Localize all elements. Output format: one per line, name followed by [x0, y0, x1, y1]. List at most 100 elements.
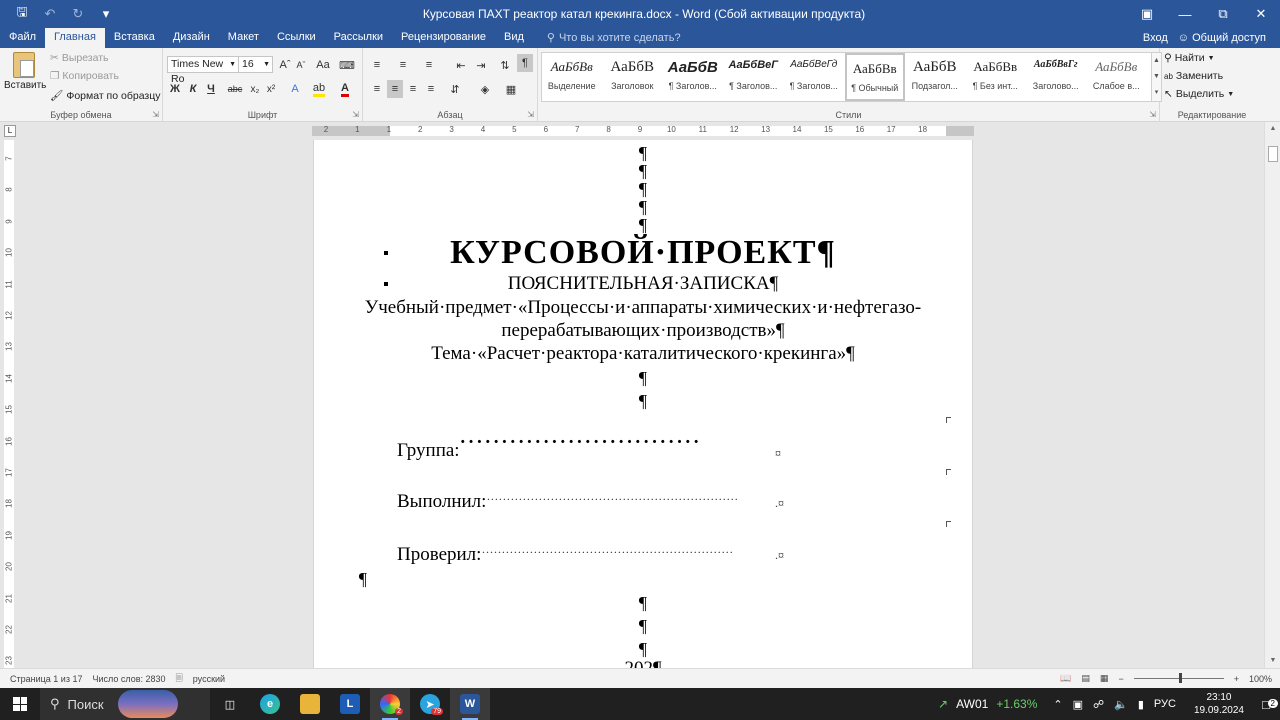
tab-references[interactable]: Ссылки [268, 28, 325, 48]
edge-app[interactable]: e [250, 688, 290, 720]
yandex-app[interactable]: 2 [370, 688, 410, 720]
web-layout-icon[interactable]: ▦ [1100, 673, 1109, 684]
copy-button[interactable]: ❐ Копировать [50, 70, 119, 82]
scroll-down-icon[interactable]: ▼ [1265, 654, 1280, 668]
scroll-up-icon[interactable]: ▲ [1265, 122, 1280, 136]
align-center-icon[interactable]: ≡ [387, 80, 403, 98]
replace-button[interactable]: ab Заменить [1164, 70, 1223, 82]
taskbar-search[interactable]: ⚲ Поиск [40, 688, 210, 720]
style-heading-2[interactable]: АаБбВеГ ¶ Заголов... [724, 53, 785, 101]
proofing-icon[interactable]: 🗏 [166, 671, 183, 687]
tab-view[interactable]: Вид [495, 28, 533, 48]
multilevel-list-icon[interactable]: ≡ [421, 56, 437, 74]
clock[interactable]: 23:10 19.09.2024 [1186, 691, 1252, 717]
input-language[interactable]: РУС [1154, 698, 1176, 710]
font-size-box[interactable]: 16 ▼ [238, 56, 273, 73]
show-marks-icon[interactable]: ¶ [517, 54, 533, 72]
telegram-app[interactable]: ➤ 79 [410, 688, 450, 720]
minimize-button[interactable]: — [1166, 0, 1204, 28]
share-button[interactable]: ☺ Общий доступ [1178, 29, 1266, 48]
style-heading-1[interactable]: АаБбВ ¶ Заголов... [663, 53, 724, 101]
tab-layout[interactable]: Макет [219, 28, 268, 48]
network-icon[interactable]: ☍ [1093, 698, 1104, 711]
select-button[interactable]: ↖ Выделить ▼ [1164, 88, 1234, 100]
tab-selector[interactable]: L [4, 125, 16, 137]
styles-launcher-icon[interactable]: ⇲ [1149, 110, 1156, 119]
notifications-button[interactable]: □ 2 [1252, 697, 1280, 712]
document-area[interactable]: ¶ ¶ ¶ ¶ ¶ КУРСОВОЙ·ПРОЕКТ¶ ПОЯСНИТЕЛЬНАЯ… [18, 140, 1264, 668]
customize-qat-icon[interactable]: ▾ [94, 3, 118, 25]
tab-home[interactable]: Главная [45, 28, 105, 48]
style-no-spacing[interactable]: АаБбВв ¶ Без инт... [966, 53, 1027, 101]
numbering-icon[interactable]: ≡ [395, 56, 411, 74]
style-heading-3[interactable]: АаБбВеГд ¶ Заголов... [784, 53, 845, 101]
document-page[interactable]: ¶ ¶ ¶ ¶ ¶ КУРСОВОЙ·ПРОЕКТ¶ ПОЯСНИТЕЛЬНАЯ… [313, 140, 973, 668]
paste-button[interactable]: Вставить [4, 52, 46, 102]
style-emphasis[interactable]: АаБбВв Выделение [542, 53, 603, 101]
explorer-app[interactable] [290, 688, 330, 720]
signin-link[interactable]: Вход [1143, 29, 1168, 48]
shrink-font-icon[interactable]: Aˇ [293, 56, 309, 74]
style-subtitle[interactable]: АаБбВ Подзагол... [905, 53, 966, 101]
zoom-level[interactable]: 100% [1249, 674, 1272, 684]
undo-icon[interactable]: ↶ [38, 3, 62, 25]
highlight-icon[interactable]: ab [311, 80, 327, 98]
close-button[interactable]: ✕ [1242, 0, 1280, 28]
sort-icon[interactable]: ⇅ [497, 56, 513, 74]
l-app[interactable]: L [330, 688, 370, 720]
ribbon-display-options-icon[interactable]: ▣ [1128, 0, 1166, 28]
align-right-icon[interactable]: ≡ [405, 80, 421, 98]
zoom-slider-knob[interactable] [1178, 673, 1182, 683]
task-view-button[interactable]: ◫ [210, 688, 250, 720]
start-button[interactable] [0, 688, 40, 720]
superscript-icon[interactable]: x² [263, 80, 279, 98]
style-heading-4[interactable]: АаБбВвГг Заголово... [1026, 53, 1087, 101]
save-icon[interactable]: 🖫 [10, 3, 34, 25]
style-subtle-emphasis[interactable]: АаБбВв Слабое в... [1087, 53, 1148, 101]
word-count[interactable]: Число слов: 2830 [82, 674, 165, 684]
subscript-icon[interactable]: x₂ [247, 80, 263, 98]
tab-file[interactable]: Файл [0, 28, 45, 48]
redo-icon[interactable]: ↻ [66, 3, 90, 25]
zoom-out-icon[interactable]: − [1118, 674, 1123, 684]
italic-button[interactable]: К [185, 80, 201, 98]
change-case-button[interactable]: Aa [315, 56, 331, 74]
font-name-box[interactable]: Times New Ro ▼ [167, 56, 239, 85]
increase-indent-icon[interactable]: ⇥ [473, 56, 489, 74]
stock-widget[interactable]: ↗ AW01 +1.63% [938, 697, 1037, 711]
line-spacing-icon[interactable]: ⇵ [447, 80, 463, 98]
borders-icon[interactable]: ▦ [503, 80, 519, 98]
horizontal-ruler[interactable]: L 2 1 1 2 3 4 5 6 7 8 9 10 11 12 13 14 15 16 17 18 [0, 122, 1280, 140]
style-title[interactable]: АаБбВ Заголовок [603, 53, 664, 101]
shading-icon[interactable]: ◈ [477, 80, 493, 98]
style-normal[interactable]: АаБбВв ¶ Обычный [844, 53, 905, 101]
tab-mailings[interactable]: Рассылки [325, 28, 392, 48]
underline-button[interactable]: Ч [203, 80, 219, 98]
find-button[interactable]: ⚲ Найти ▼ [1164, 52, 1215, 64]
cut-button[interactable]: ✂ Вырезать [50, 52, 109, 64]
bold-button[interactable]: Ж [167, 80, 183, 98]
tray-app-icon[interactable]: ▣ [1073, 698, 1083, 711]
volume-icon[interactable]: 🔈 [1114, 698, 1128, 711]
decrease-indent-icon[interactable]: ⇤ [453, 56, 469, 74]
zoom-slider[interactable] [1133, 673, 1224, 683]
tell-me-box[interactable]: ⚲ Что вы хотите сделать? [533, 29, 681, 48]
chevron-up-icon[interactable]: ⌃ [1053, 698, 1062, 711]
language-status[interactable]: русский [183, 674, 225, 684]
font-color-icon[interactable]: A [337, 80, 353, 98]
vertical-scrollbar[interactable]: ▲ ▼ [1264, 122, 1280, 668]
battery-icon[interactable]: ▮ [1138, 698, 1144, 711]
vertical-ruler[interactable]: 7 8 9 10 11 12 13 14 15 16 17 18 19 20 21 22 23 [0, 140, 18, 668]
text-effects-icon[interactable]: A [287, 80, 303, 98]
zoom-in-icon[interactable]: + [1234, 674, 1239, 684]
clipboard-launcher-icon[interactable]: ⇲ [152, 110, 159, 119]
tab-insert[interactable]: Вставка [105, 28, 164, 48]
clear-formatting-icon[interactable]: ⌨ [339, 56, 355, 74]
grow-font-icon[interactable]: Aˆ [277, 56, 293, 74]
justify-icon[interactable]: ≡ [423, 80, 439, 98]
read-mode-icon[interactable]: 📖 [1060, 673, 1071, 684]
format-painter-button[interactable]: 🖌 Формат по образцу [50, 89, 161, 103]
font-launcher-icon[interactable]: ⇲ [352, 110, 359, 119]
tab-design[interactable]: Дизайн [164, 28, 219, 48]
page-count[interactable]: Страница 1 из 17 [0, 674, 82, 684]
